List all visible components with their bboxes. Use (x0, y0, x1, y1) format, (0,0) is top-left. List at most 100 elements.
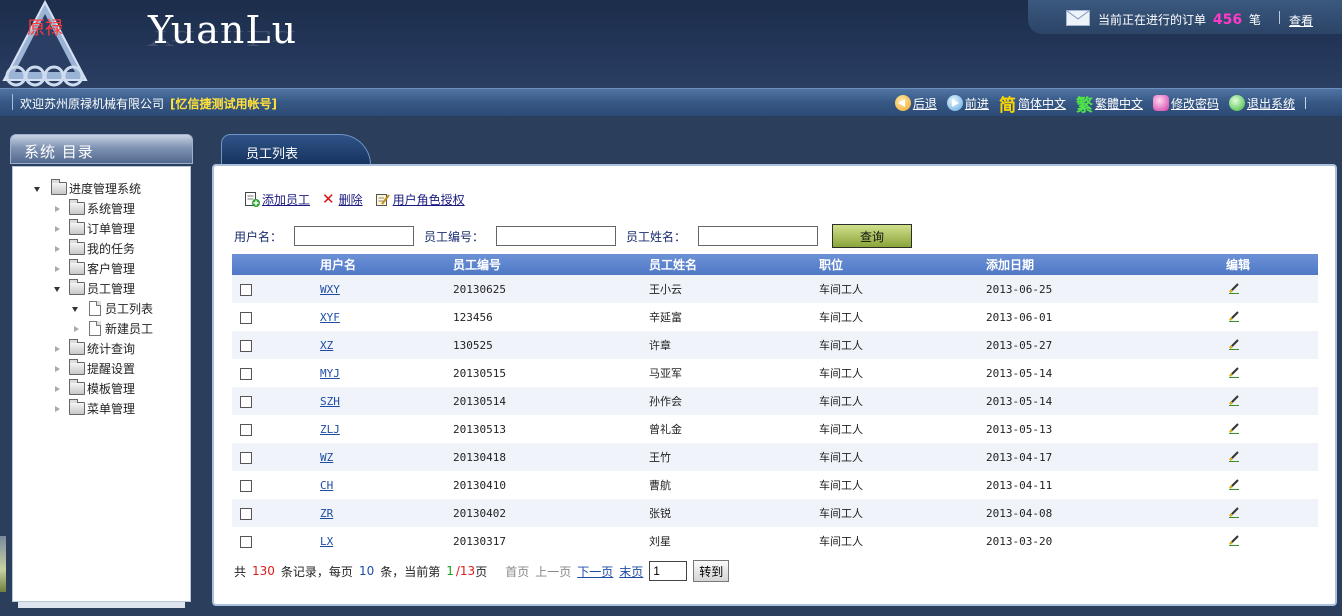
row-checkbox[interactable] (240, 451, 252, 464)
tree-item-label: 订单管理 (87, 222, 136, 236)
simplified-chinese-button[interactable]: 简 简体中文 (999, 91, 1066, 116)
search-button[interactable]: 查询 (832, 224, 913, 248)
tree-item-statistics[interactable]: 统计查询 (13, 339, 190, 359)
column-header[interactable]: 员工姓名 (649, 254, 819, 275)
username-link[interactable]: WXY (320, 283, 340, 296)
role-authorization-button[interactable]: 用户角色授权 (375, 191, 465, 208)
row-checkbox[interactable] (240, 283, 252, 296)
username-link[interactable]: XYF (320, 311, 340, 324)
tree-item-employee-list[interactable]: 员工列表 (13, 299, 190, 319)
divider (1279, 11, 1280, 24)
collapsed-toggle-icon[interactable] (55, 386, 60, 392)
row-checkbox[interactable] (240, 367, 252, 380)
pencil-icon[interactable] (1228, 338, 1240, 350)
collapsed-toggle-icon[interactable] (55, 226, 60, 232)
employee-table: 用户名 员工编号 员工姓名 职位 添加日期 编辑 WXY 20130625 王小云车… (232, 254, 1318, 555)
column-header[interactable]: 用户名 (320, 254, 453, 275)
expanded-toggle-icon[interactable] (72, 307, 78, 312)
logout-button[interactable]: 退出系统 (1228, 95, 1295, 112)
view-orders-link[interactable]: 查看 (1289, 12, 1313, 29)
row-checkbox[interactable] (240, 535, 252, 548)
username-link[interactable]: MYJ (320, 367, 340, 380)
date-cell: 2013-03-20 (986, 534, 1053, 548)
delete-button[interactable]: ✕ 删除 (322, 190, 363, 208)
edit-cell (1226, 331, 1318, 359)
username-link[interactable]: LX (320, 535, 333, 548)
username-input[interactable] (294, 226, 415, 246)
pencil-icon[interactable] (1228, 478, 1240, 490)
next-page-link[interactable]: 下一页 (577, 563, 613, 580)
username-label: 用户名： (234, 229, 283, 244)
tree-item-label: 系统管理 (87, 202, 136, 216)
page-number-input[interactable] (649, 561, 688, 581)
tab-employee-list[interactable]: 员工列表 (221, 134, 371, 165)
tree-item-templates[interactable]: 模板管理 (13, 379, 190, 399)
username-link[interactable]: XZ (320, 339, 333, 352)
tree-root[interactable]: 进度管理系统 (13, 179, 190, 199)
username-link[interactable]: WZ (320, 451, 333, 464)
expanded-toggle-icon[interactable] (34, 187, 40, 192)
go-to-page-button[interactable]: 转到 (693, 560, 730, 582)
username-link[interactable]: ZLJ (320, 423, 340, 436)
collapsed-toggle-icon[interactable] (55, 366, 60, 372)
row-checkbox[interactable] (240, 423, 252, 436)
select-column-header (232, 254, 320, 275)
pencil-icon[interactable] (1228, 282, 1240, 294)
change-password-button[interactable]: 修改密码 (1152, 95, 1219, 112)
pager-text: 页 (475, 564, 488, 579)
back-button[interactable]: 后退 (894, 95, 937, 112)
folder-icon (69, 339, 85, 355)
collapsed-toggle-icon[interactable] (55, 206, 60, 212)
row-checkbox[interactable] (240, 311, 252, 324)
traditional-chinese-label: 繁體中文 (1094, 96, 1143, 111)
username-cell: WXY (320, 275, 453, 303)
employee-number-input[interactable] (496, 226, 617, 246)
collapsed-toggle-icon[interactable] (55, 246, 60, 252)
collapsed-toggle-icon[interactable] (55, 406, 60, 412)
collapsed-toggle-icon[interactable] (55, 266, 60, 272)
tree-item-menus[interactable]: 菜单管理 (13, 399, 190, 419)
forward-button[interactable]: 前进 (946, 95, 989, 112)
column-header[interactable]: 添加日期 (986, 254, 1226, 275)
traditional-chinese-button[interactable]: 繁 繁體中文 (1076, 91, 1143, 116)
column-header[interactable]: 员工编号 (453, 254, 649, 275)
select-cell (232, 359, 320, 387)
employee-name-input[interactable] (698, 226, 819, 246)
pencil-icon[interactable] (1228, 366, 1240, 378)
tree-item-my-tasks[interactable]: 我的任务 (13, 239, 190, 259)
back-arrow-icon (894, 95, 911, 111)
tree-item-system[interactable]: 系统管理 (13, 199, 190, 219)
table-row: CH 20130410 曹航 车间工人 2013-04-11 (232, 471, 1318, 499)
row-checkbox[interactable] (240, 395, 252, 408)
username-link[interactable]: CH (320, 479, 333, 492)
pencil-icon[interactable] (1228, 450, 1240, 462)
pencil-icon[interactable] (1228, 394, 1240, 406)
column-header[interactable]: 职位 (819, 254, 986, 275)
account-name: [忆信捷测试用帐号] (170, 97, 277, 111)
username-link[interactable]: SZH (320, 395, 340, 408)
tree-item-label: 统计查询 (87, 342, 136, 356)
pencil-icon[interactable] (1228, 506, 1240, 518)
collapsed-toggle-icon[interactable] (55, 346, 60, 352)
collapsed-toggle-icon[interactable] (74, 326, 79, 332)
date-cell: 2013-05-14 (986, 394, 1053, 408)
expanded-toggle-icon[interactable] (54, 287, 60, 292)
username-link[interactable]: ZR (320, 507, 333, 520)
pencil-icon[interactable] (1228, 534, 1240, 546)
add-employee-button[interactable]: 添加员工 (244, 191, 310, 208)
tree-item-customers[interactable]: 客户管理 (13, 259, 190, 279)
select-cell (232, 275, 320, 303)
row-checkbox[interactable] (240, 339, 252, 352)
tree-item-reminders[interactable]: 提醒设置 (13, 359, 190, 379)
last-page-link[interactable]: 末页 (619, 563, 643, 580)
position-cell: 车间工人 (819, 535, 863, 548)
tree-item-new-employee[interactable]: 新建员工 (13, 319, 190, 339)
tree-item-employees[interactable]: 员工管理 (13, 279, 190, 299)
tree-item-orders[interactable]: 订单管理 (13, 219, 190, 239)
pencil-icon[interactable] (1228, 310, 1240, 322)
pencil-icon[interactable] (1228, 422, 1240, 434)
row-checkbox[interactable] (240, 479, 252, 492)
row-checkbox[interactable] (240, 507, 252, 520)
table-row: WXY 20130625 王小云 车间工人 2013-06-25 (232, 275, 1318, 303)
username-cell: MYJ (320, 359, 453, 387)
